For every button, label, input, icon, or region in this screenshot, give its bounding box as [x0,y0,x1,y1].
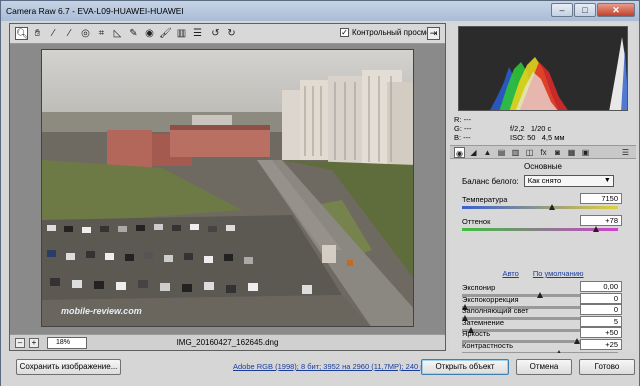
slider-label: Заполняющий свет [462,306,529,315]
image-filename: IMG_20160427_162645.dng [176,338,279,347]
histogram-graph [490,37,627,110]
preview-checkbox[interactable]: ✓ [340,28,349,37]
slider-value-input[interactable]: 5 [580,315,622,327]
slider-label: Яркость [462,329,491,338]
slider-label: Температура [462,195,508,204]
aperture: f/2,2 [510,124,525,133]
minimize-button[interactable]: – [551,3,573,17]
photo-preview[interactable] [41,49,414,327]
preview-area: 🔍︎ ✋︎ ⁄ ⁄ ◎ ⌗ ◺ ✎ ◉ 🖌︎ ▥ ☰ ↺ ↻ ✓ Контрол… [9,23,446,351]
chevron-down-icon: ▼ [603,177,611,184]
r-readout: R: --- [454,115,472,124]
effects-tab-icon[interactable]: fx [538,147,549,158]
red-eye-tool-icon[interactable]: ◉ [143,27,156,40]
basic-panel: Баланс белого: Как снято ▼ Температура 71… [458,173,628,356]
histogram [458,26,628,111]
workflow-options-link[interactable]: Adobe RGB (1998); 8 бит; 3952 на 2960 (1… [233,362,430,371]
tone-curve-tab-icon[interactable]: ◢ [468,147,479,158]
section-title: Основные [524,162,562,171]
rgb-readout: R: --- G: --- B: --- [454,115,472,142]
hand-tool-icon[interactable]: ✋︎ [31,27,44,40]
slider-label: Затемнение [462,317,505,327]
slider-value-input[interactable]: 7150 [580,193,622,204]
save-image-button[interactable]: Сохранить изображение... [16,359,121,375]
slider-thumb[interactable] [593,226,600,232]
slider-label: Экспокоррекция [462,294,519,304]
slider-thumb[interactable] [549,204,556,210]
cancel-button[interactable]: Отмена [516,359,572,375]
watermark-logo: mobile-review.com [61,306,142,316]
focal-length: 4,5 мм [541,133,565,142]
close-button[interactable]: ✕ [597,3,635,17]
b-readout: B: --- [454,133,471,142]
slider-label: Экспонир [462,283,496,292]
straighten-tool-icon[interactable]: ◺ [111,27,124,40]
slider-track[interactable] [462,206,618,209]
white-balance-value: Как снято [527,176,562,185]
preview-label: Контрольный просмотр [352,28,439,37]
preferences-icon[interactable]: ☰ [191,27,204,40]
slider-value-input[interactable]: 0,00 [580,281,622,292]
rotate-left-icon[interactable]: ↺ [209,27,222,40]
adjustment-brush-icon[interactable]: 🖌︎ [159,27,172,40]
default-link[interactable]: По умолчанию [533,269,584,278]
auto-link[interactable]: Авто [502,269,518,278]
color-sampler-tool-icon[interactable]: ⁄ [63,27,76,40]
shutter: 1/20 с [530,124,552,133]
camera-calibration-tab-icon[interactable]: ◙ [552,147,563,158]
slider-value-input[interactable]: +25 [580,338,622,350]
maximize-button[interactable]: □ [574,3,596,17]
slider-thumb[interactable] [537,292,543,298]
white-balance-row: Баланс белого: Как снято ▼ [462,175,614,187]
basic-tab-icon[interactable]: ◉ [454,147,465,158]
bottom-bar: Сохранить изображение... Adobe RGB (1998… [1,353,639,386]
slider-value-input[interactable]: 0 [580,304,622,315]
camera-raw-window: Camera Raw 6.7 - EVA-L09-HUAWEI-HUAWEI –… [0,0,640,386]
slider-label: Оттенок [462,217,491,226]
lens-corrections-tab-icon[interactable]: ◫ [524,147,535,158]
snapshots-tab-icon[interactable]: ▣ [580,147,591,158]
slider-value-input[interactable]: +78 [580,215,622,226]
panel-tabs: ◉ ◢ ▲ ▤ ▥ ◫ fx ◙ ▦ ▣ ☰ [450,145,636,159]
window-controls: – □ ✕ [551,3,635,17]
title-bar: Camera Raw 6.7 - EVA-L09-HUAWEI-HUAWEI –… [1,1,639,21]
panel-menu-icon[interactable]: ☰ [620,147,631,158]
white-balance-select[interactable]: Как снято ▼ [523,175,614,187]
zoom-tool-icon[interactable]: 🔍︎ [15,27,29,40]
rotate-right-icon[interactable]: ↻ [225,27,238,40]
detail-tab-icon[interactable]: ▲ [482,147,493,158]
exif-info: f/2,2 1/20 с ISO: 50 4,5 мм [510,115,565,142]
slider-label: Контрастность [462,340,514,350]
split-toning-tab-icon[interactable]: ▥ [510,147,521,158]
targeted-adjustment-tool-icon[interactable]: ◎ [79,27,92,40]
done-button[interactable]: Готово [579,359,635,375]
status-bar: – + 18% IMG_20160427_162645.dng [10,334,445,350]
white-balance-tool-icon[interactable]: ⁄ [47,27,60,40]
preview-checkbox-group[interactable]: ✓ Контрольный просмотр [340,28,439,37]
spot-removal-tool-icon[interactable]: ✎ [127,27,140,40]
white-balance-label: Баланс белого: [462,176,519,186]
auto-default-links: Авто По умолчанию [458,269,628,278]
aerial-photo-image [42,50,413,326]
crop-tool-icon[interactable]: ⌗ [95,27,108,40]
slider-value-input[interactable]: 0 [580,292,622,304]
presets-tab-icon[interactable]: ▦ [566,147,577,158]
fullscreen-icon[interactable]: ⇥ [427,27,440,40]
adjustments-panel: R: --- G: --- B: --- f/2,2 1/20 с ISO: 5… [450,23,636,356]
graduated-filter-icon[interactable]: ▥ [175,27,188,40]
hsl-tab-icon[interactable]: ▤ [496,147,507,158]
tool-bar: 🔍︎ ✋︎ ⁄ ⁄ ◎ ⌗ ◺ ✎ ◉ 🖌︎ ▥ ☰ ↺ ↻ ✓ Контрол… [10,24,445,44]
open-object-button[interactable]: Открыть объект [421,359,509,375]
g-readout: G: --- [454,124,472,133]
slider-value-input[interactable]: +50 [580,327,622,338]
iso: ISO: 50 [510,133,536,142]
window-title: Camera Raw 6.7 - EVA-L09-HUAWEI-HUAWEI [6,6,184,16]
